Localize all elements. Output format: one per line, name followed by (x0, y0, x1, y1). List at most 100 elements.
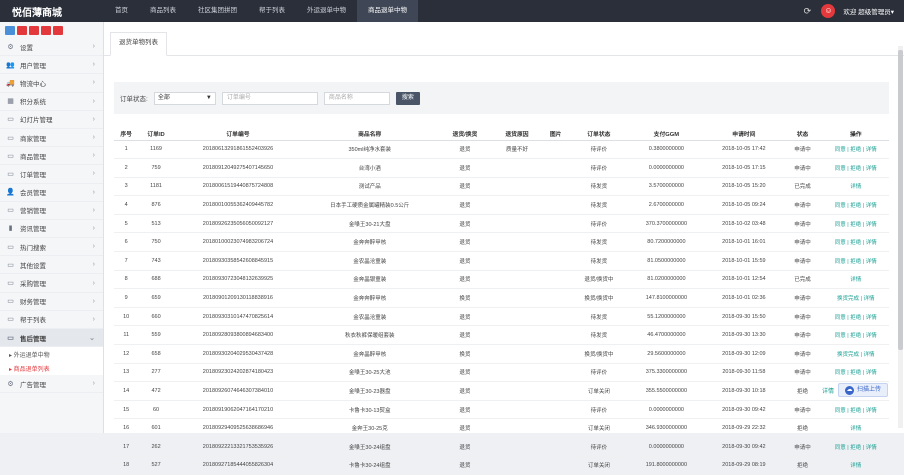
sidebar-item[interactable]: ▭ 幻灯片管理 › (0, 111, 103, 129)
scrollbar[interactable] (898, 46, 903, 428)
sidebar-item[interactable]: ⚙ 广告管理 › (0, 375, 103, 394)
row-actions[interactable]: 换货完成 | 详情 (822, 288, 889, 308)
row-actions[interactable]: 同意 | 拒绝 | 详情 (822, 437, 889, 457)
toolbar-button-2[interactable] (29, 26, 39, 35)
table-cell: 退货 (437, 158, 493, 178)
table-cell: 2018-10-05 09:24 (705, 195, 783, 215)
table-row: 14 472 20180926074646307384010 金嗓王30-23器盘 退货… (114, 381, 889, 401)
row-actions[interactable]: 详情 (822, 177, 889, 197)
table-cell: 0.3800000000 (627, 140, 706, 160)
scrollbar-thumb[interactable] (898, 50, 903, 350)
table-cell (492, 325, 542, 346)
status-label: 订单状态: (120, 96, 148, 103)
row-actions[interactable]: 同意 | 拒绝 | 详情 (822, 140, 889, 160)
table-cell: 17 (114, 437, 139, 457)
sidebar-item-label: 广告管理 (20, 381, 46, 389)
sidebar-item[interactable]: ▭ 其他设置 › (0, 256, 103, 275)
nav-item-3[interactable]: 帮于列表 (248, 0, 296, 22)
status-select[interactable]: 全部 ▼ (153, 91, 216, 105)
row-actions[interactable]: 同意 | 拒绝 | 详情 (822, 232, 889, 253)
row-actions[interactable]: 换货完成 | 详情 (822, 344, 889, 364)
sidebar-item[interactable]: ▭ 商品管理 › (0, 147, 103, 166)
table-cell: 2018-10-01 02:36 (705, 288, 783, 308)
row-actions[interactable]: 详情 (822, 456, 889, 475)
table-cell: 350ml纯净水套装 (302, 140, 438, 160)
table-row: 13 277 20180923024202874180423 金嗓王30-25大池 退货… (114, 363, 889, 383)
table-cell: 2018-10-01 15:59 (705, 251, 783, 271)
table-cell (492, 418, 542, 438)
table-cell: 2018-09-30 12:09 (705, 344, 783, 364)
avatar[interactable]: ☺ (821, 4, 836, 18)
nav-item-4[interactable]: 外运退单中物 (296, 0, 357, 22)
sidebar-item[interactable]: ▭ 商家管理 › (0, 129, 103, 148)
chevron-right-icon: › (92, 170, 95, 178)
sidebar-item[interactable]: ▦ 积分系统 › (0, 93, 103, 111)
row-actions[interactable]: 同意 | 拒绝 | 详情 (822, 400, 889, 420)
users-icon: 👥 (6, 61, 15, 69)
table-cell (492, 251, 542, 271)
column-header: 订单ID (138, 128, 174, 141)
tab-return-list[interactable]: 退货单物列表 (110, 32, 167, 56)
table-cell: 29.5600000000 (627, 344, 706, 364)
nav-item-2[interactable]: 社区集团拼团 (187, 0, 248, 22)
row-actions[interactable]: 同意 | 拒绝 | 详情 (822, 158, 889, 178)
sidebar-item[interactable]: ▭ 财务管理 › (0, 293, 103, 311)
sidebar-item[interactable]: ▭ 售后管理 ⌄ (0, 329, 103, 348)
table-cell: 2018-10-01 16:01 (705, 232, 783, 253)
column-header: 退货原因 (492, 128, 542, 141)
user-menu[interactable]: 欢迎 超级管理员▾ (843, 6, 894, 16)
toolbar-button-3[interactable] (41, 26, 51, 35)
table-cell: 金奔奔醉甲核 (302, 232, 438, 253)
column-header: 订单编号 (173, 128, 303, 141)
row-actions[interactable]: 同意 | 拒绝 | 详情 (822, 325, 889, 346)
sidebar-item[interactable]: 🚚 物流中心 › (0, 74, 103, 93)
row-actions[interactable]: 同意 | 拒绝 | 详情 (822, 363, 889, 383)
table-cell: 659 (138, 288, 174, 308)
table-cell: 换货/换货中 (570, 288, 628, 308)
sidebar-item[interactable]: ▮ 资讯管理 › (0, 220, 103, 239)
toolbar-button-4[interactable] (53, 26, 63, 35)
sidebar-item[interactable]: ▭ 营销管理 › (0, 202, 103, 220)
toolbar-button-0[interactable] (5, 26, 15, 35)
float-link[interactable]: 详情 (822, 386, 834, 395)
row-actions[interactable]: 同意 | 拒绝 | 详情 (822, 214, 889, 234)
row-actions[interactable]: 同意 | 拒绝 | 详情 (822, 251, 889, 271)
sidebar-subitem[interactable]: ▸ 商品退单列表 (0, 361, 103, 376)
row-actions[interactable]: 详情 (822, 270, 889, 290)
table-row: 4 876 20180010055362409445782 日本手工硬质金属罐精装0.… (114, 195, 889, 215)
floating-actions: 详情 ☁ 扫描上传 (822, 383, 888, 397)
chevron-right-icon: › (92, 43, 95, 51)
sidebar-item[interactable]: 👥 用户管理 › (0, 56, 103, 75)
table-cell: 申请中 (782, 363, 823, 383)
row-actions[interactable]: 同意 | 拒绝 | 详情 (822, 195, 889, 215)
sidebar-item[interactable]: ▭ 采购管理 › (0, 274, 103, 293)
nav-item-5[interactable]: 商品退单中物 (357, 0, 418, 22)
order-number-input[interactable]: 订单编号 (221, 91, 318, 105)
upload-badge[interactable]: ☁ 扫描上传 (837, 383, 888, 397)
table-cell: 759 (138, 158, 174, 178)
sidebar-item[interactable]: ⚙ 设置 › (0, 38, 103, 57)
table-cell: 订单关闭 (570, 381, 628, 401)
sidebar-item[interactable]: ▭ 订单管理 › (0, 165, 103, 184)
table-cell (541, 307, 571, 327)
monitor-icon: ▭ (7, 316, 14, 324)
sidebar-item[interactable]: 👤 会员管理 › (0, 184, 103, 202)
sidebar-item[interactable]: ▭ 热门搜索 › (0, 238, 103, 257)
refresh-icon[interactable]: ⟳ (801, 5, 813, 17)
row-actions[interactable]: 详情 (822, 418, 889, 438)
sidebar-subitem[interactable]: ▸ 外运退单中物 (0, 347, 103, 362)
table-cell: 2018-09-29 08:19 (705, 456, 783, 475)
nav-item-0[interactable]: 首页 (104, 0, 139, 22)
nav-item-1[interactable]: 商品列表 (139, 0, 187, 22)
goods-name-input[interactable]: 商品名称 (323, 91, 390, 105)
table-cell: 申请中 (782, 288, 823, 308)
table-cell: 355.5500000000 (627, 381, 706, 401)
table-cell: 60 (138, 400, 174, 420)
search-button[interactable]: 搜索 (395, 91, 420, 105)
sidebar-item-label: 商品管理 (20, 153, 46, 161)
table-cell: 559 (138, 325, 174, 346)
table-cell: 20180930358542608845915 (173, 251, 303, 271)
sidebar-item[interactable]: ▭ 帮于列表 › (0, 311, 103, 329)
row-actions[interactable]: 同意 | 拒绝 | 详情 (822, 307, 889, 327)
toolbar-button-1[interactable] (17, 26, 27, 35)
